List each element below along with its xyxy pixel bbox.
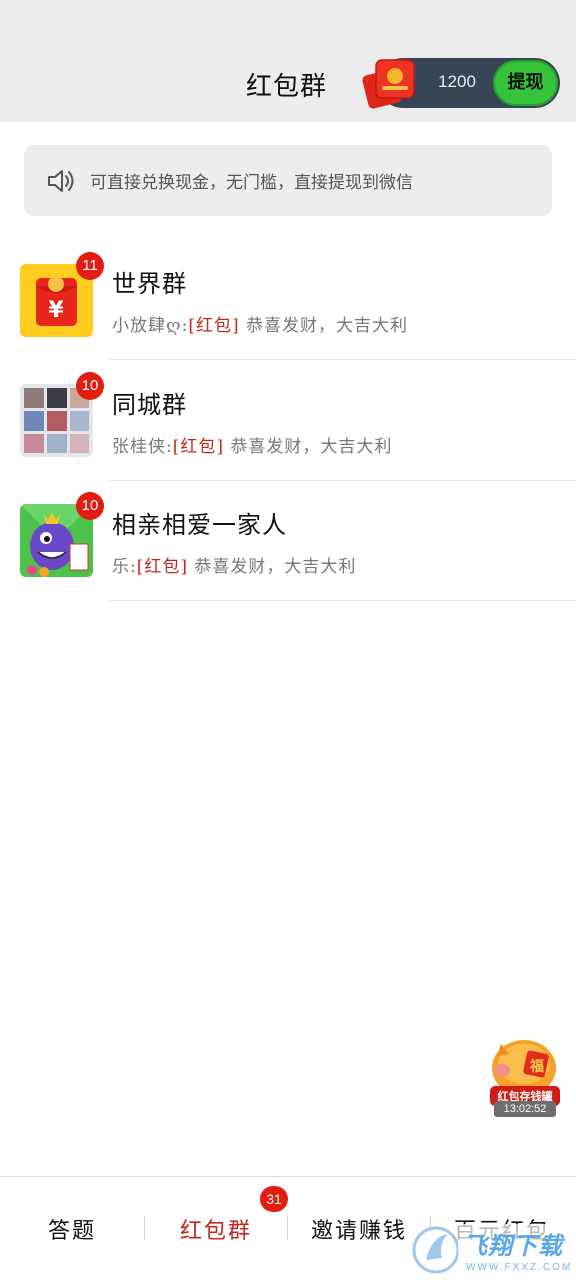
chat-name: 世界群: [112, 270, 187, 298]
tab-divider: [287, 1216, 288, 1240]
preview-message: 恭喜发财，大吉大利: [188, 557, 357, 577]
chat-row-world[interactable]: ¥ 11 世界群 小放肆ღ:[红包] 恭喜发财，大吉大利: [0, 240, 576, 360]
chat-row-family[interactable]: 10 相亲相爱一家人 乐:[红包] 恭喜发财，大吉大利: [0, 481, 576, 601]
chat-row-city[interactable]: 10 同城群 张桂侠:[红包] 恭喜发财，大吉大利: [0, 361, 576, 481]
preview-sender: 乐:: [112, 557, 137, 577]
preview-sender: 小放肆ღ:: [112, 316, 189, 336]
chat-preview: 张桂侠:[红包] 恭喜发财，大吉大利: [112, 432, 392, 457]
speaker-icon: [48, 170, 74, 192]
red-wallet-icon: [362, 59, 415, 109]
preview-tag: [红包]: [172, 437, 224, 457]
preview-tag: [红包]: [188, 316, 240, 336]
tab-red-packet-group[interactable]: 红包群: [151, 1213, 281, 1245]
page-title: 红包群: [246, 72, 328, 102]
announcement-text: 可直接兑换现金，无门槛，直接提现到微信: [90, 173, 413, 193]
row-divider: [110, 600, 576, 601]
tab-badge: 31: [260, 1186, 288, 1212]
announcement-bar[interactable]: 可直接兑换现金，无门槛，直接提现到微信: [24, 145, 552, 216]
unread-badge: 10: [76, 492, 104, 520]
svg-text:福: 福: [529, 1058, 544, 1075]
preview-message: 恭喜发财，大吉大利: [239, 316, 408, 336]
chat-name: 相亲相爱一家人: [112, 511, 287, 539]
preview-message: 恭喜发财，大吉大利: [224, 437, 393, 457]
chat-name: 同城群: [112, 391, 187, 419]
chat-preview: 小放肆ღ:[红包] 恭喜发财，大吉大利: [112, 311, 408, 336]
preview-tag: [红包]: [136, 557, 188, 577]
svg-text:¥: ¥: [48, 298, 64, 323]
preview-sender: 张桂侠:: [112, 437, 173, 457]
tab-divider: [144, 1216, 145, 1240]
watermark-text: 飞翔下载: [463, 1232, 563, 1260]
piggy-bank-timer: 13:02:52: [494, 1101, 556, 1117]
withdraw-button[interactable]: 提现: [493, 60, 558, 106]
row-divider: [110, 359, 576, 360]
tab-quiz[interactable]: 答题: [7, 1213, 137, 1245]
unread-badge: 10: [76, 372, 104, 400]
chat-preview: 乐:[红包] 恭喜发财，大吉大利: [112, 552, 356, 577]
watermark-url: WWW.FXXZ.COM: [466, 1262, 573, 1273]
balance-value: 1200: [438, 72, 476, 91]
unread-badge: 11: [76, 252, 104, 280]
tab-invite-earn[interactable]: 邀请赚钱: [294, 1213, 424, 1245]
